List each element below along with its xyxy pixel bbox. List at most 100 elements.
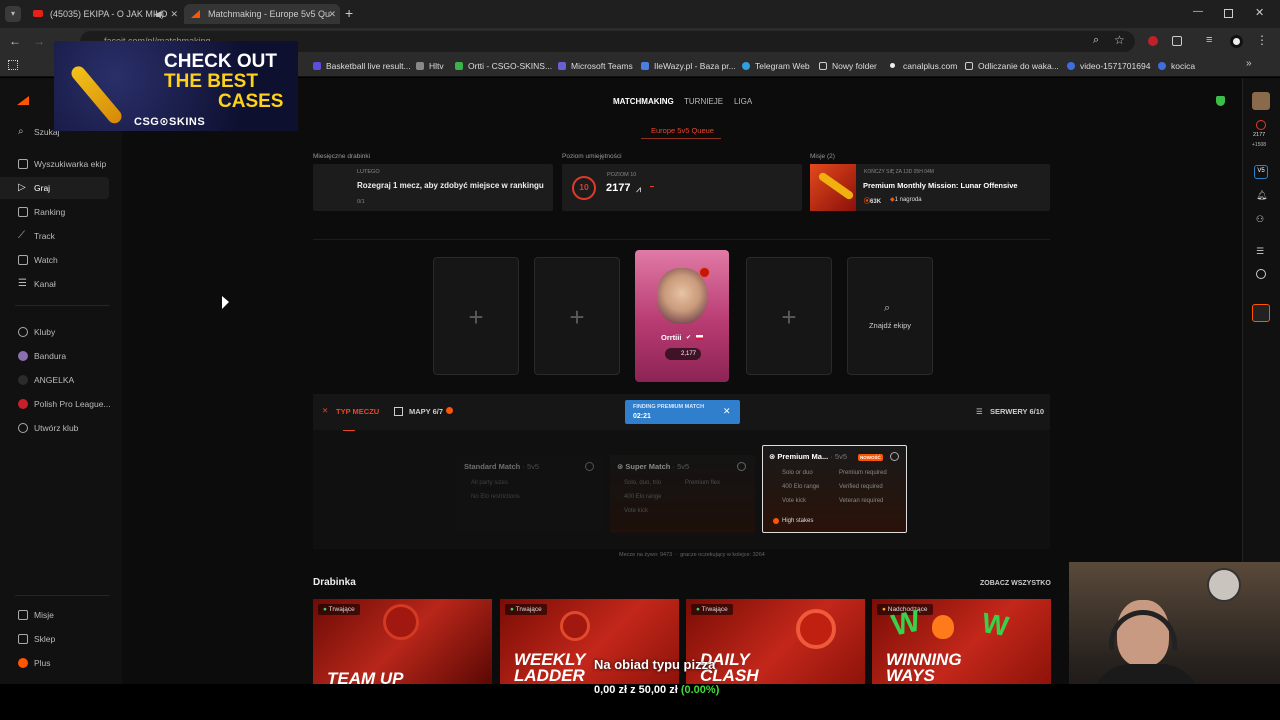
empty-slot[interactable]: +	[534, 257, 620, 375]
maps-tab[interactable]: MAPY 6/7	[394, 407, 454, 416]
bookmark-item[interactable]: Basketball live result...	[313, 58, 411, 74]
nav-item-club-bandura[interactable]: Bandura	[18, 349, 66, 363]
apps-grid-icon[interactable]	[8, 60, 18, 70]
mission-knife-image	[810, 164, 856, 211]
bookmark-star-icon[interactable]: ☆	[1114, 33, 1125, 47]
nav-item-track[interactable]: ⟋ Track	[18, 229, 55, 243]
user-avatar[interactable]	[1252, 92, 1270, 110]
nav-item-team-finder[interactable]: Wyszukiwarka ekip	[18, 157, 106, 171]
chat-icon[interactable]: ☰	[1256, 246, 1264, 257]
back-icon[interactable]: ←	[9, 34, 21, 48]
warning-dot	[446, 407, 454, 414]
close-window-button[interactable]: ✕	[1255, 6, 1264, 19]
bookmark-item[interactable]: Telegram Web	[742, 58, 810, 74]
queue-selector[interactable]: Europe 5v5 Queue	[651, 126, 714, 135]
match-type-tab[interactable]: ✕ TYP MECZU	[322, 406, 379, 416]
browser-tab-matchmaking[interactable]: Matchmaking - Europe 5v5 Qu ✕	[184, 4, 340, 24]
close-tab-icon[interactable]: ✕	[328, 4, 336, 24]
nav-item-watch[interactable]: Watch	[18, 253, 58, 267]
bookmark-item[interactable]: Microsoft Teams	[558, 58, 633, 74]
bookmark-item[interactable]: Ortti - CSGO-SKINS...	[455, 58, 552, 74]
speaker-icon[interactable]: ◀)	[154, 4, 164, 24]
friends-icon[interactable]: ⚇	[1256, 214, 1264, 225]
bookmark-item[interactable]: video-1571701694	[1067, 58, 1150, 74]
mission-card[interactable]: KOŃCZY SIĘ ZA 13D 05H 04M Premium Monthl…	[810, 164, 1050, 211]
ladder-promo-card[interactable]: ● Nadchodzące W W WINNING WAYS	[872, 599, 1051, 684]
nav-item-plus[interactable]: Plus	[18, 656, 51, 670]
servers-label: SERWERY 6/10	[990, 407, 1045, 416]
forward-icon[interactable]: →	[33, 34, 45, 48]
mission-sub: KOŃCZY SIĘ ZA 13D 05H 04M	[864, 169, 934, 175]
extension-icon[interactable]	[1148, 36, 1158, 46]
tab-search-icon[interactable]: ≡	[1206, 34, 1212, 46]
nav-item-ranking[interactable]: Ranking	[18, 205, 65, 219]
tab-search-button[interactable]: ▾	[5, 6, 21, 22]
versus-icon[interactable]: V5	[1254, 165, 1268, 179]
maximize-button[interactable]	[1224, 9, 1233, 18]
more-bookmarks-icon[interactable]: »	[1246, 58, 1252, 69]
skill-card[interactable]: 10 POZIOM 10 2177 ⩘	[562, 164, 802, 211]
extensions-puzzle-icon[interactable]	[1172, 36, 1182, 46]
mode-title-text: Super Match	[625, 462, 671, 471]
info-icon[interactable]	[737, 462, 746, 471]
premium-match-option[interactable]: ⊛ Premium Ma... · 5v5 NOWOŚĆ Solo or duo…	[762, 445, 907, 533]
faceit-logo[interactable]	[17, 96, 29, 105]
player-card[interactable]: Orrtiii ✔ 2,177	[635, 250, 729, 382]
ladder-promo-card[interactable]: ● Trwające TEAM UP	[313, 599, 492, 684]
info-icon[interactable]	[585, 462, 594, 471]
high-stakes-label: High stakes	[782, 518, 814, 524]
bookmark-item[interactable]: Hltv	[416, 58, 444, 74]
bookmark-item[interactable]: canalplus.com	[890, 58, 957, 74]
bookmark-item[interactable]: kocica	[1158, 58, 1195, 74]
nav-item-club-ppl[interactable]: Polish Pro League...	[18, 397, 111, 411]
club-avatar	[18, 351, 28, 361]
nav-label: Utwórz klub	[34, 423, 79, 433]
info-icon[interactable]	[890, 452, 899, 461]
knife-graphic	[68, 63, 125, 127]
team-finder-icon	[18, 159, 28, 169]
channel-icon: ☰	[18, 278, 27, 289]
party-icon[interactable]	[1252, 304, 1270, 322]
tab-league[interactable]: LIGA	[734, 97, 752, 106]
ad-line-3: CASES	[218, 91, 284, 112]
nav-item-channel[interactable]: ☰ Kanał	[18, 277, 56, 291]
notifications-icon[interactable]: 🔔︎	[1256, 190, 1267, 201]
nav-item-clubs[interactable]: Kluby	[18, 325, 55, 339]
mode-feature: No Elo restrictions	[471, 494, 520, 500]
zoom-icon[interactable]: ⌕	[1093, 34, 1099, 47]
bookmark-item[interactable]: IleWazy.pl - Baza pr...	[641, 58, 736, 74]
nav-item-create-club[interactable]: Utwórz klub	[18, 421, 78, 435]
empty-slot[interactable]: +	[746, 257, 832, 375]
wall-clock	[1207, 568, 1241, 602]
empty-slot[interactable]: +	[433, 257, 519, 375]
tab-tournaments[interactable]: TURNIEJE	[684, 97, 723, 106]
nav-label: Kanał	[34, 279, 56, 289]
mouse-cursor	[222, 296, 229, 309]
shield-icon[interactable]	[1216, 96, 1225, 106]
super-match-option[interactable]: ⊛ Super Match · 5v5 Solo, duo, trio Prem…	[610, 455, 755, 533]
standard-match-option[interactable]: Standard Match · 5v5 All party sizes No …	[457, 455, 602, 533]
nav-item-shop[interactable]: Sklep	[18, 632, 55, 646]
nav-item-club-angelka[interactable]: ANGELKA	[18, 373, 74, 387]
menu-icon[interactable]: ⋮	[1256, 33, 1268, 47]
see-all-link[interactable]: ZOBACZ WSZYSTKO	[980, 580, 1051, 587]
browser-tab-youtube[interactable]: (45035) EKIPA - O JAK MIŁO ◀) ✕	[26, 4, 182, 24]
ladder-card[interactable]: LUTEGO Rozegraj 1 mecz, aby zdobyć miejs…	[313, 164, 553, 211]
nav-item-missions[interactable]: Misje	[18, 608, 54, 622]
mode-feature: Verified required	[839, 484, 883, 490]
csgoskins-ad-overlay[interactable]: CHECK OUT THE BEST CASES CSG⊙SKINS	[54, 41, 298, 131]
profile-avatar[interactable]	[1230, 35, 1243, 48]
close-tab-icon[interactable]: ✕	[170, 4, 178, 24]
bookmark-folder[interactable]: Odliczanie do waka...	[965, 58, 1059, 74]
new-tab-button[interactable]: +	[345, 5, 353, 21]
mode-feature: Veteran required	[839, 498, 884, 504]
bookmark-folder[interactable]: Nowy folder	[819, 58, 877, 74]
browser-tab-bar: ▾ (45035) EKIPA - O JAK MIŁO ◀) ✕ Matchm…	[0, 0, 1280, 28]
search-icon: ⌕	[884, 302, 891, 314]
find-teams-slot[interactable]: ⌕ Znajdź ekipy	[847, 257, 933, 375]
minimize-button[interactable]: —	[1193, 6, 1203, 17]
add-icon[interactable]	[1256, 269, 1266, 279]
tab-matchmaking[interactable]: MATCHMAKING	[613, 97, 674, 106]
cancel-search-icon[interactable]: ✕	[723, 406, 731, 417]
servers-tab[interactable]: ☰ SERWERY 6/10	[976, 407, 1044, 416]
